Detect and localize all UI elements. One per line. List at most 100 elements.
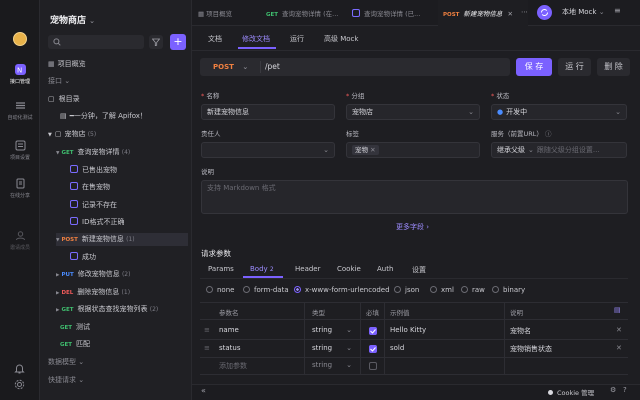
body-type-urlencoded[interactable]: x-www-form-urlencoded [294, 286, 390, 294]
path-input[interactable]: /pet [265, 60, 280, 74]
menu-icon[interactable]: ≡ [614, 6, 621, 15]
tab-header[interactable]: Header [295, 265, 321, 273]
tree-example[interactable]: 记录不存在 [70, 199, 188, 212]
add-param-type[interactable]: string ⌄ [312, 361, 352, 369]
tree-root[interactable]: ▢ 根目录 [48, 93, 188, 106]
tab-body[interactable]: Body 2 [250, 265, 274, 273]
section-models[interactable]: 数据模型 ⌄ [48, 356, 188, 369]
env-select[interactable]: 本地 Mock ⌄ [562, 7, 605, 17]
save-button[interactable]: 保 存 [516, 58, 552, 76]
subtab-advanced-mock[interactable]: 高级 Mock [324, 34, 358, 44]
tree-item[interactable]: ▼ GET 查询宠物详情 (4) [56, 146, 188, 159]
tree-example[interactable]: ID格式不正确 [70, 216, 188, 229]
delete-button[interactable]: 删 除 [597, 58, 630, 76]
drag-handle-icon[interactable]: ≡ [204, 326, 210, 334]
tab-get-pet[interactable]: GET 查询宠物详情 (在... [266, 0, 346, 26]
body-type-none[interactable]: none [206, 286, 234, 294]
gear-icon[interactable] [14, 379, 25, 392]
chevron-down-icon: ⌄ [598, 8, 605, 16]
close-icon[interactable]: ✕ [508, 10, 513, 18]
bell-icon[interactable] [14, 363, 25, 376]
tree-example[interactable]: 已售出宠物 [70, 164, 188, 177]
group-select[interactable]: 宠物店 ⌄ [346, 104, 480, 120]
tree-item[interactable]: ▶ PUT 修改宠物信息 (2) [56, 268, 188, 281]
filter-button[interactable] [149, 35, 163, 49]
rail-item-test[interactable]: 自动化测试 [0, 100, 40, 121]
bulk-edit-icon[interactable]: ▤ [614, 306, 621, 314]
tree-example[interactable]: 在售宠物 [70, 181, 188, 194]
close-icon[interactable]: ✕ [616, 344, 622, 352]
drag-handle-icon[interactable]: ≡ [204, 344, 210, 352]
owner-select[interactable]: ⌄ [201, 142, 335, 158]
add-button[interactable]: + [170, 34, 186, 50]
project-switcher[interactable]: 宠物商店 ⌄ [50, 13, 95, 26]
body-type-form-data[interactable]: form-data [243, 286, 289, 294]
rail-item-label: 在线分享 [9, 193, 30, 199]
collapse-sidebar-icon[interactable]: « [201, 386, 206, 395]
help-icon[interactable]: ⓘ [545, 130, 552, 138]
body-type-raw[interactable]: raw [461, 286, 485, 294]
body-type-xml[interactable]: xml [430, 286, 454, 294]
cookie-manager-button[interactable]: Cookie 管理 [548, 387, 594, 397]
section-api[interactable]: 接口 ⌄ [48, 75, 188, 88]
param-example[interactable]: sold [390, 344, 404, 352]
tab-settings[interactable]: 设置 [412, 265, 426, 275]
tags-input[interactable]: 宠物 ✕ [346, 142, 480, 158]
sidebar-item-overview[interactable]: ▦ 项目概览 [48, 58, 188, 71]
tree-folder[interactable]: ▼ ▢ 宠物店 (5) [48, 128, 188, 141]
settings-icon[interactable]: ⚙ [610, 386, 616, 394]
tab-auth[interactable]: Auth [377, 265, 393, 273]
subtab-docs[interactable]: 文档 [208, 34, 222, 44]
tab-example[interactable]: 查询宠物详情 (已... [352, 0, 434, 26]
rail-item-settings[interactable]: 项目设置 [0, 140, 40, 161]
description-textarea[interactable]: 支持 Markdown 格式 [201, 180, 628, 214]
name-field[interactable]: 新建宠物信息 [201, 104, 335, 120]
required-checkbox[interactable] [369, 345, 377, 353]
tab-post-pet[interactable]: POST 新建宠物信息 ✕ [438, 0, 528, 26]
tree-item[interactable]: GET 匹配 [60, 338, 188, 351]
more-fields-link[interactable]: 更多字段 › [396, 222, 429, 232]
tree-example[interactable]: 成功 [70, 251, 188, 264]
close-icon[interactable]: ✕ [370, 146, 375, 154]
tree-item[interactable]: ▶ DEL 删除宠物信息 (1) [56, 286, 188, 299]
tree-item[interactable]: GET 测试 [60, 321, 188, 334]
table-border [200, 302, 628, 303]
method-badge: GET [266, 12, 279, 18]
tag-chip[interactable]: 宠物 ✕ [352, 145, 379, 155]
param-example[interactable]: Hello Kitty [390, 326, 426, 334]
param-name[interactable]: status [219, 344, 241, 352]
search-input[interactable] [48, 35, 144, 49]
tab-cookie[interactable]: Cookie [337, 265, 361, 273]
method-select[interactable]: POST ⌄ [203, 60, 255, 74]
help-icon[interactable]: ? [623, 386, 627, 394]
avatar[interactable] [13, 32, 27, 46]
status-select[interactable]: ● 开发中 ⌄ [491, 104, 627, 120]
rail-item-api[interactable]: N 接口管理 [0, 64, 40, 85]
required-checkbox[interactable] [369, 362, 377, 370]
rail-item-invite[interactable]: 邀请成员 [0, 230, 40, 251]
param-type[interactable]: string ⌄ [312, 344, 352, 352]
tab-overview[interactable]: ▦ 项目概览 [198, 0, 260, 26]
tree-item-selected[interactable]: ▼ POST 新建宠物信息 (1) [56, 233, 188, 246]
run-button[interactable]: 运 行 [558, 58, 591, 76]
cookie-label: Cookie 管理 [557, 389, 595, 397]
required-checkbox[interactable] [369, 327, 377, 335]
body-type-binary[interactable]: binary [492, 286, 525, 294]
param-description[interactable]: 宠物名 [510, 326, 531, 336]
tree-item[interactable]: ▶ GET 根据状态查找宠物列表 (2) [56, 303, 188, 316]
subtab-edit-docs[interactable]: 修改文档 [242, 34, 270, 44]
tree-promo[interactable]: ▤ ━一分钟，了解 Apifox！ [60, 110, 188, 123]
add-param-input[interactable]: 添加参数 [219, 361, 247, 371]
more-tabs-icon[interactable]: ⋯ [521, 8, 528, 16]
tab-params[interactable]: Params [208, 265, 234, 273]
close-icon[interactable]: ✕ [616, 326, 622, 334]
sync-button[interactable] [537, 5, 552, 20]
section-quick-requests[interactable]: 快捷请求 ⌄ [48, 374, 188, 387]
subtab-run[interactable]: 运行 [290, 34, 304, 44]
service-select[interactable]: 继承父级 ⌄ 跟随父级分组设置... [491, 142, 627, 158]
rail-item-share[interactable]: 在线分享 [0, 178, 40, 199]
param-name[interactable]: name [219, 326, 239, 334]
param-description[interactable]: 宠物销售状态 [510, 344, 552, 354]
param-type[interactable]: string ⌄ [312, 326, 352, 334]
body-type-json[interactable]: json [394, 286, 419, 294]
